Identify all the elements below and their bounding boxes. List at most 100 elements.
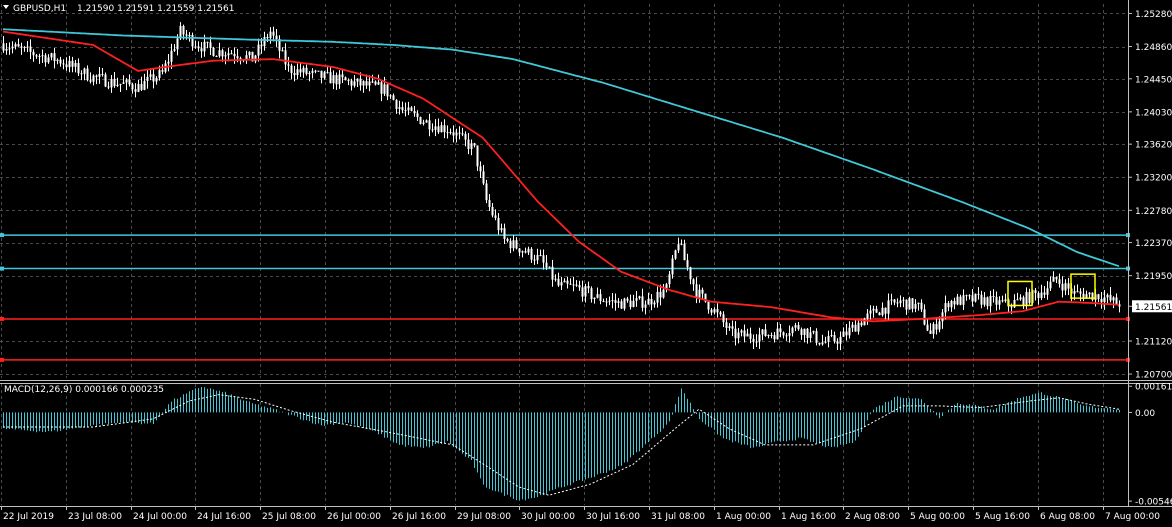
candle-body — [716, 309, 719, 313]
candle-body — [1064, 283, 1067, 291]
candle-body — [1025, 292, 1028, 306]
chart-window[interactable]: 1.25280 1.24860 1.24450 1.24030 1.23620 1.232… — [0, 0, 1172, 527]
candle-body — [860, 322, 863, 326]
candle-body — [872, 308, 875, 311]
candle-body — [623, 298, 626, 309]
current-price-label: 1.21561 — [1135, 303, 1172, 313]
candle-body — [191, 35, 194, 47]
time-label: 22 Jul 2019 — [3, 512, 54, 522]
candle-body — [584, 286, 587, 297]
candle-body — [749, 333, 752, 339]
candle-body — [452, 132, 455, 136]
candle-body — [11, 46, 14, 49]
candle-body — [758, 334, 761, 342]
time-label: 31 Jul 08:00 — [651, 512, 705, 522]
candle-body — [161, 70, 164, 72]
candle-body — [779, 328, 782, 333]
time-label: 5 Aug 00:00 — [910, 512, 965, 522]
candle-body — [635, 298, 638, 301]
candle-body — [215, 56, 218, 58]
candle-body — [77, 63, 80, 74]
candle-body — [260, 44, 263, 47]
candle-body — [557, 278, 560, 286]
candle-body — [887, 300, 890, 314]
line-handle — [0, 266, 4, 271]
candle-body — [566, 280, 569, 284]
candle-body — [611, 300, 614, 302]
candle-body — [332, 75, 335, 84]
candle-body — [521, 251, 524, 253]
candle-body — [692, 279, 695, 285]
candle-body — [545, 262, 548, 268]
candle-body — [1019, 297, 1022, 300]
candle-body — [914, 304, 917, 309]
candle-body — [935, 324, 938, 330]
candle-body — [662, 289, 665, 298]
price-label: 1.24450 — [1135, 75, 1172, 85]
candle-body — [854, 324, 857, 332]
candle-body — [1055, 277, 1058, 280]
line-handle — [0, 357, 4, 362]
candle-body — [140, 83, 143, 90]
candle-body — [194, 46, 197, 48]
candle-body — [131, 84, 134, 90]
candle-body — [5, 48, 8, 51]
price-label: 1.25280 — [1135, 10, 1172, 20]
candle-body — [569, 283, 572, 285]
candle-body — [1028, 292, 1031, 303]
candle-body — [149, 74, 152, 77]
candle-body — [920, 302, 923, 310]
candle-body — [434, 126, 437, 130]
candle-body — [593, 297, 596, 300]
candle-body — [713, 309, 716, 313]
candle-body — [650, 299, 653, 305]
candle-body — [95, 75, 98, 77]
candle-body — [422, 122, 425, 124]
price-label: 1.24860 — [1135, 43, 1172, 53]
candle-body — [740, 330, 743, 333]
candle-body — [710, 309, 713, 313]
candle-body — [689, 267, 692, 280]
candle-body — [209, 42, 212, 48]
candle-body — [431, 129, 434, 131]
candle-body — [812, 331, 815, 333]
candle-body — [983, 297, 986, 305]
candle-body — [101, 73, 104, 75]
candle-body — [401, 107, 404, 111]
candle-body — [677, 244, 680, 251]
time-label: 26 Jul 00:00 — [327, 512, 381, 522]
candle-body — [605, 301, 608, 303]
candle-body — [797, 325, 800, 330]
candle-body — [1106, 294, 1109, 298]
candle-body — [20, 46, 23, 48]
candle-body — [104, 74, 107, 87]
candle-body — [722, 314, 725, 323]
candle-body — [596, 294, 599, 298]
candle-body — [107, 86, 110, 88]
candle-body — [134, 89, 137, 92]
candle-body — [176, 38, 179, 50]
candle-body — [308, 72, 311, 75]
time-label: 26 Jul 16:00 — [392, 512, 446, 522]
candle-body — [428, 120, 431, 130]
candle-body — [170, 50, 173, 62]
candle-body — [824, 341, 827, 343]
macd-value-label: -0.005462 — [1135, 498, 1172, 508]
candle-body — [563, 280, 566, 283]
candle-body — [731, 326, 734, 329]
time-label: 1 Aug 00:00 — [716, 512, 771, 522]
candle-body — [905, 299, 908, 310]
candle-body — [290, 65, 293, 74]
candle-body — [581, 287, 584, 297]
macd-title: MACD(12,26,9) 0.000166 0.000235 — [4, 385, 164, 395]
candle-body — [578, 285, 581, 288]
line-handle — [0, 233, 4, 238]
candle-body — [212, 47, 215, 57]
candle-body — [83, 68, 86, 74]
candle-body — [542, 255, 545, 263]
time-label: 24 Jul 00:00 — [133, 512, 187, 522]
candle-body — [128, 79, 131, 85]
candle-body — [440, 125, 443, 133]
price-label: 1.21950 — [1135, 272, 1172, 282]
candle-body — [626, 298, 629, 301]
